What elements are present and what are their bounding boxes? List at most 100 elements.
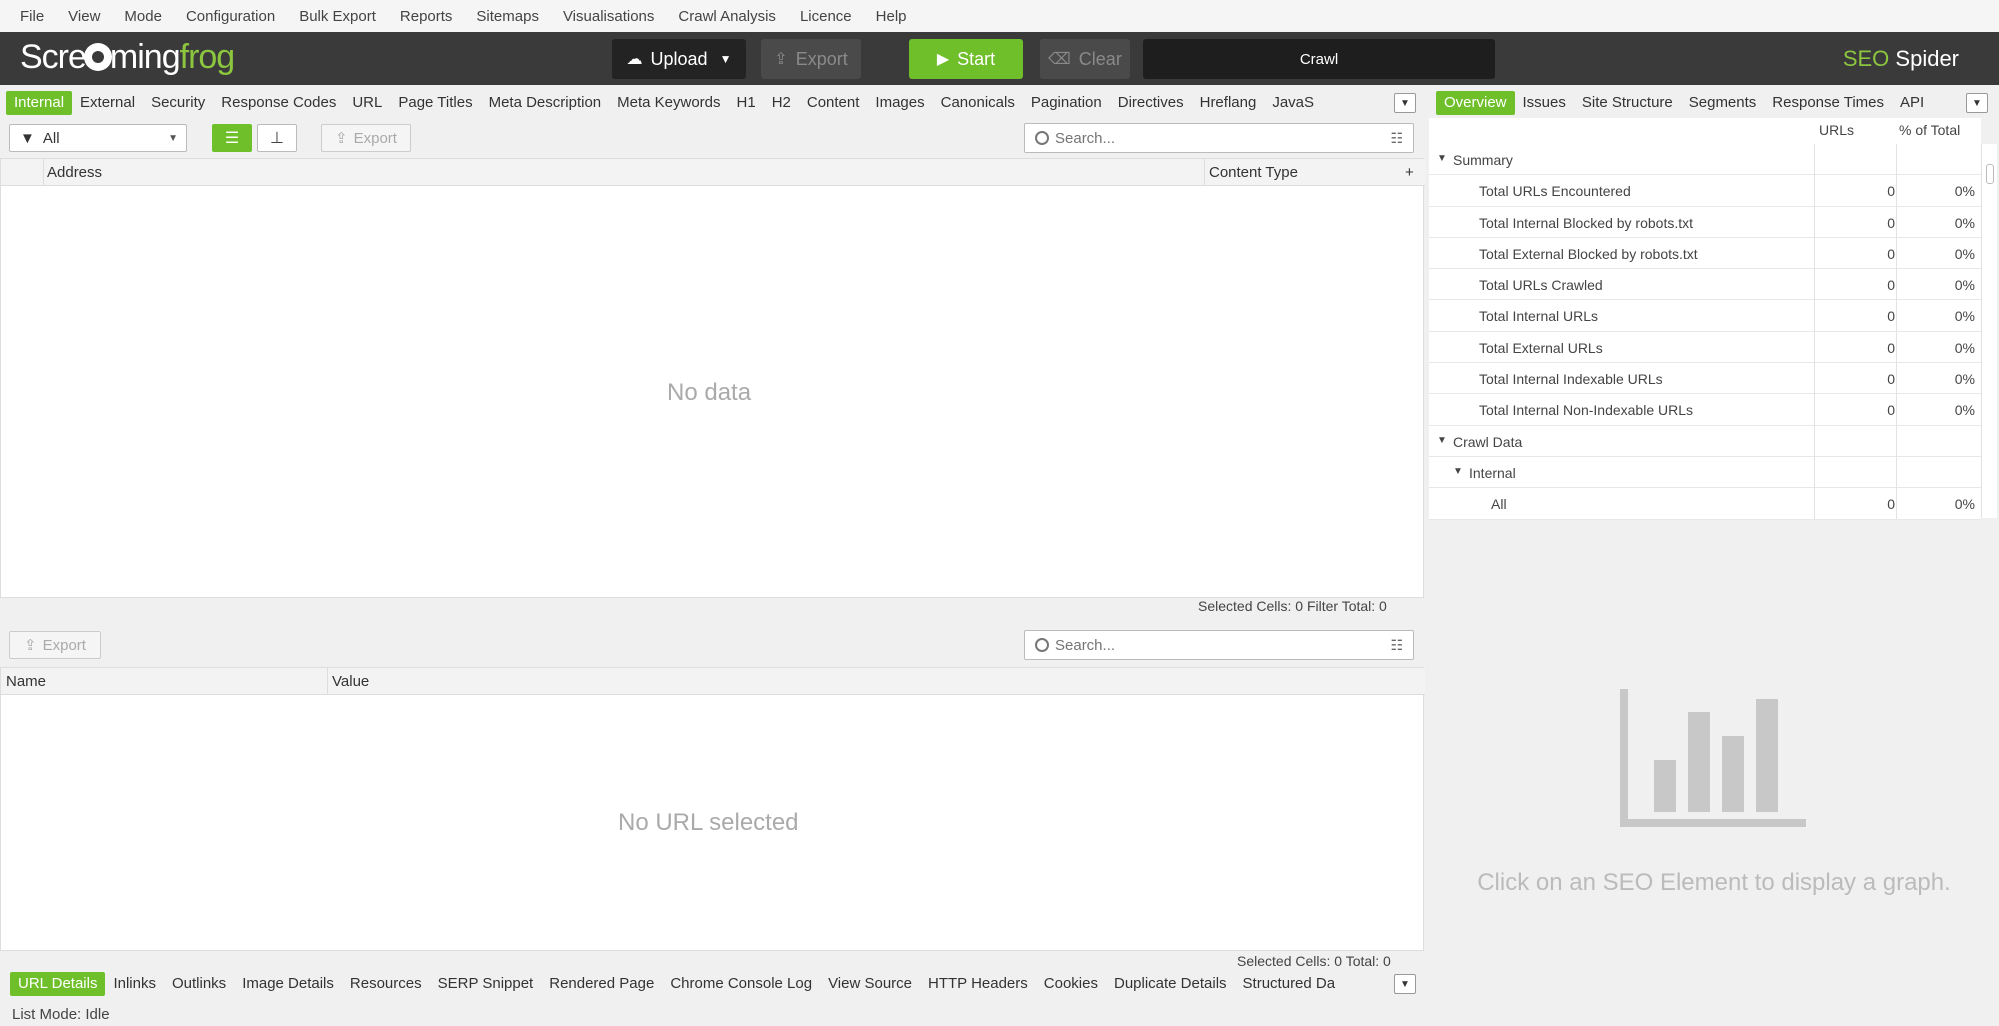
menu-file[interactable]: File bbox=[8, 8, 56, 25]
menu-reports[interactable]: Reports bbox=[388, 8, 465, 25]
bottom-tab-chrome-console-log[interactable]: Chrome Console Log bbox=[662, 972, 820, 996]
top-search-input[interactable] bbox=[1055, 129, 1375, 147]
bottom-tab-view-source[interactable]: View Source bbox=[820, 972, 920, 996]
menu-configuration[interactable]: Configuration bbox=[174, 8, 287, 25]
main-tab-response-codes[interactable]: Response Codes bbox=[213, 91, 344, 115]
menu-visualisations[interactable]: Visualisations bbox=[551, 8, 666, 25]
overview-group-row[interactable]: ▼ Internal bbox=[1429, 456, 1981, 489]
overview-row[interactable]: Total External URLs 0 0% bbox=[1429, 331, 1981, 364]
overview-row[interactable]: Total URLs Crawled 0 0% bbox=[1429, 269, 1981, 301]
menu-mode[interactable]: Mode bbox=[112, 8, 174, 25]
export-icon: ⇪ bbox=[24, 637, 37, 654]
menu-crawl-analysis[interactable]: Crawl Analysis bbox=[666, 8, 788, 25]
main-tab-content[interactable]: Content bbox=[799, 91, 868, 115]
main-tab-javas[interactable]: JavaS bbox=[1264, 91, 1322, 115]
main-tabs-more-button[interactable]: ▼ bbox=[1394, 93, 1416, 113]
bottom-tab-structured-da[interactable]: Structured Da bbox=[1235, 972, 1344, 996]
bottom-tab-image-details[interactable]: Image Details bbox=[234, 972, 342, 996]
column-name[interactable]: Name bbox=[6, 673, 46, 690]
main-tab-external[interactable]: External bbox=[72, 91, 143, 115]
overview-row[interactable]: Total Internal Non-Indexable URLs 0 0% bbox=[1429, 394, 1981, 426]
column-address[interactable]: Address bbox=[47, 164, 102, 181]
expand-triangle-icon[interactable]: ▼ bbox=[1453, 466, 1463, 477]
menu-sitemaps[interactable]: Sitemaps bbox=[464, 8, 551, 25]
column-urls[interactable]: URLs bbox=[1819, 122, 1854, 138]
overview-row-pct: 0% bbox=[1954, 245, 1975, 262]
start-button[interactable]: ▶ Start bbox=[909, 39, 1023, 79]
overview-row[interactable]: Total Internal Indexable URLs 0 0% bbox=[1429, 363, 1981, 395]
bottom-tab-inlinks[interactable]: Inlinks bbox=[105, 972, 164, 996]
main-tab-pagination[interactable]: Pagination bbox=[1023, 91, 1110, 115]
overview-scrollbar[interactable] bbox=[1981, 144, 1997, 518]
bottom-tab-resources[interactable]: Resources bbox=[342, 972, 430, 996]
bottom-tab-cookies[interactable]: Cookies bbox=[1036, 972, 1106, 996]
menu-licence[interactable]: Licence bbox=[788, 8, 864, 25]
brand-title: SEO Spider bbox=[1842, 46, 1959, 71]
bottom-tab-serp-snippet[interactable]: SERP Snippet bbox=[430, 972, 542, 996]
overview-row-label: Total URLs Encountered bbox=[1479, 183, 1631, 200]
right-tab-response-times[interactable]: Response Times bbox=[1764, 91, 1892, 115]
bottom-tab-http-headers[interactable]: HTTP Headers bbox=[920, 972, 1036, 996]
right-tab-api[interactable]: API bbox=[1892, 91, 1932, 115]
column-content-type[interactable]: Content Type bbox=[1209, 164, 1298, 181]
search-options-icon[interactable]: ☷ bbox=[1390, 637, 1403, 654]
upload-button[interactable]: ☁ Upload ▼ bbox=[612, 39, 746, 79]
main-tab-images[interactable]: Images bbox=[867, 91, 932, 115]
main-tab-directives[interactable]: Directives bbox=[1110, 91, 1192, 115]
list-view-button[interactable]: ☰ bbox=[212, 124, 252, 152]
main-tab-h2[interactable]: H2 bbox=[764, 91, 799, 115]
overview-row[interactable]: Total Internal Blocked by robots.txt 0 0% bbox=[1429, 206, 1981, 238]
bottom-tab-url-details[interactable]: URL Details bbox=[10, 971, 106, 996]
toolbar-export-button[interactable]: ⇪ Export bbox=[761, 39, 861, 79]
bottom-tab-rendered-page[interactable]: Rendered Page bbox=[541, 972, 662, 996]
overview-row-pct: 0% bbox=[1954, 277, 1975, 294]
bottom-search-box[interactable]: ☷ bbox=[1024, 630, 1414, 660]
right-tab-segments[interactable]: Segments bbox=[1681, 91, 1765, 115]
right-tab-issues[interactable]: Issues bbox=[1515, 91, 1574, 115]
expand-triangle-icon[interactable]: ▼ bbox=[1437, 153, 1447, 164]
filter-icon: ▼ bbox=[20, 129, 35, 147]
tree-icon: ⊥ bbox=[270, 130, 284, 147]
menu-view[interactable]: View bbox=[56, 8, 112, 25]
bottom-tabs-more-button[interactable]: ▼ bbox=[1394, 974, 1416, 994]
main-tab-h1[interactable]: H1 bbox=[729, 91, 764, 115]
bottom-export-button[interactable]: ⇪ Export bbox=[9, 631, 101, 659]
bottom-tab-outlinks[interactable]: Outlinks bbox=[164, 972, 234, 996]
main-tab-meta-description[interactable]: Meta Description bbox=[481, 91, 610, 115]
overview-row-urls: 0 bbox=[1887, 371, 1895, 388]
search-icon bbox=[1035, 638, 1049, 652]
filter-export-button[interactable]: ⇪ Export bbox=[321, 124, 411, 152]
overview-group-row[interactable]: ▼ Crawl Data bbox=[1429, 425, 1981, 457]
overview-row[interactable]: All 0 0% bbox=[1429, 488, 1981, 520]
add-column-icon[interactable]: + bbox=[1405, 164, 1414, 181]
top-search-box[interactable]: ☷ bbox=[1024, 123, 1414, 153]
overview-group-row[interactable]: ▼ Summary bbox=[1429, 144, 1981, 176]
right-tab-overview[interactable]: Overview bbox=[1436, 90, 1515, 115]
crawl-progress-bar: Crawl bbox=[1143, 39, 1495, 79]
main-tab-meta-keywords[interactable]: Meta Keywords bbox=[609, 91, 728, 115]
main-tab-page-titles[interactable]: Page Titles bbox=[390, 91, 480, 115]
bottom-search-input[interactable] bbox=[1055, 636, 1375, 654]
main-tab-url[interactable]: URL bbox=[344, 91, 390, 115]
top-table: Address Content Type + No data bbox=[0, 158, 1425, 598]
clear-button[interactable]: ⌫ Clear bbox=[1040, 39, 1130, 79]
main-tab-internal[interactable]: Internal bbox=[6, 90, 73, 115]
filter-select[interactable]: ▼ All ▼ bbox=[9, 124, 187, 152]
right-tabs-more-button[interactable]: ▼ bbox=[1966, 93, 1988, 113]
column-value[interactable]: Value bbox=[332, 673, 369, 690]
overview-row[interactable]: Total URLs Encountered 0 0% bbox=[1429, 175, 1981, 207]
tree-view-button[interactable]: ⊥ bbox=[257, 124, 297, 152]
chevron-down-icon: ▼ bbox=[719, 52, 732, 66]
main-tab-canonicals[interactable]: Canonicals bbox=[933, 91, 1023, 115]
menu-bulk-export[interactable]: Bulk Export bbox=[287, 8, 388, 25]
bottom-tab-duplicate-details[interactable]: Duplicate Details bbox=[1106, 972, 1235, 996]
expand-triangle-icon[interactable]: ▼ bbox=[1437, 435, 1447, 446]
column-pct-total[interactable]: % of Total bbox=[1899, 122, 1960, 138]
right-tab-site-structure[interactable]: Site Structure bbox=[1574, 91, 1681, 115]
overview-row[interactable]: Total Internal URLs 0 0% bbox=[1429, 300, 1981, 332]
overview-row[interactable]: Total External Blocked by robots.txt 0 0% bbox=[1429, 237, 1981, 270]
main-tab-hreflang[interactable]: Hreflang bbox=[1192, 91, 1265, 115]
main-tab-security[interactable]: Security bbox=[143, 91, 213, 115]
menu-help[interactable]: Help bbox=[864, 8, 919, 25]
search-options-icon[interactable]: ☷ bbox=[1390, 130, 1403, 147]
